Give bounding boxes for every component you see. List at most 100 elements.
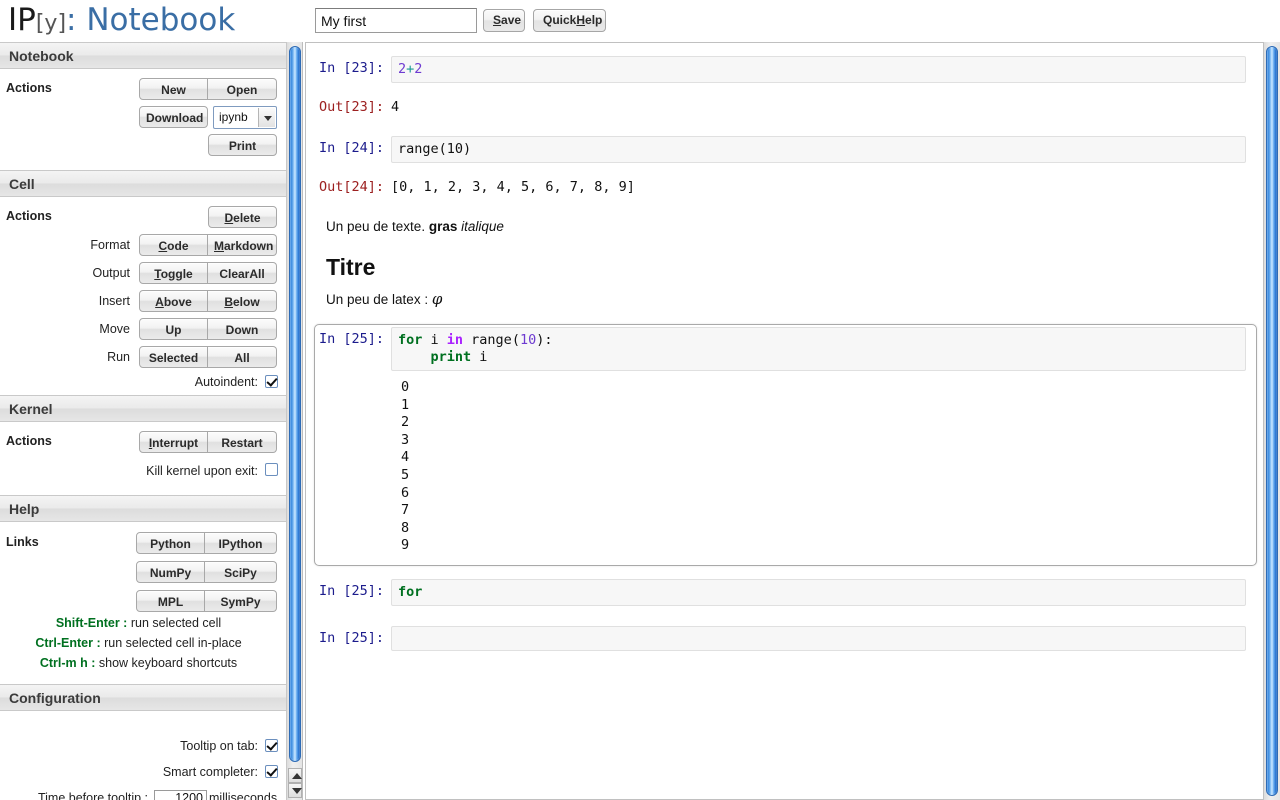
time-before-tooltip-input[interactable]: 1200: [154, 790, 207, 800]
help-links-label: Links: [6, 535, 39, 549]
quickhelp-accel-letter: H: [576, 13, 586, 27]
sidebar-section-body-notebook: Actions New Open Download ipynb Print: [0, 69, 286, 170]
quickhelp-button[interactable]: QuickHelp: [533, 9, 606, 32]
run-all-button[interactable]: All: [208, 346, 277, 368]
notebook-title-input[interactable]: [315, 8, 477, 33]
cell-output-value: [0, 1, 2, 3, 4, 5, 6, 7, 8, 9]: [391, 179, 635, 195]
shortcut-row-1: Ctrl-Enter : run selected cell in-place: [0, 636, 277, 650]
sidebar-panel: Notebook Actions New Open Download ipynb…: [0, 42, 287, 800]
sidebar-section-header-help[interactable]: Help: [0, 495, 286, 522]
save-rest-label: ave: [501, 13, 522, 27]
logo-notebook-text: : Notebook: [66, 2, 236, 38]
markdown-italic-text: italique: [461, 219, 504, 234]
sidebar-section-header-kernel[interactable]: Kernel: [0, 395, 286, 422]
markdown-accel-letter: M: [214, 239, 224, 253]
notebook-panel: In [23]: 2+2 Out[23]: 4 In [24]: range(10) …: [305, 42, 1264, 800]
notebook-actions-label: Actions: [6, 81, 52, 95]
cell-code-input[interactable]: 2+2: [391, 56, 1246, 83]
delete-cell-button[interactable]: Delete: [208, 206, 277, 228]
kernel-actions-label: Actions: [6, 434, 52, 448]
link-ipython-button[interactable]: IPython: [205, 532, 277, 554]
interrupt-kernel-button[interactable]: Interrupt: [139, 431, 208, 453]
cell-prompt-in: In [25]:: [319, 582, 385, 599]
markdown-rest-label: arkdown: [224, 239, 274, 253]
toggle-output-button[interactable]: Toggle: [139, 262, 208, 284]
sidebar-section-body-kernel: Actions Interrupt Restart Kill kernel up…: [0, 422, 286, 495]
sidebar-scrollbar[interactable]: [287, 42, 303, 800]
markdown-latex-lead: Un peu de latex :: [326, 292, 432, 307]
delete-accel-letter: D: [224, 211, 234, 225]
link-python-button[interactable]: Python: [136, 532, 205, 554]
smart-completer-checkbox[interactable]: [265, 765, 278, 778]
restart-kernel-button[interactable]: Restart: [208, 431, 277, 453]
notebook-cell-markdown-latex[interactable]: Un peu de latex : φ: [314, 285, 1257, 314]
save-button[interactable]: Save: [483, 9, 525, 32]
insert-above-button[interactable]: Above: [139, 290, 208, 312]
move-up-button[interactable]: Up: [139, 318, 208, 340]
move-down-button[interactable]: Down: [208, 318, 277, 340]
cell-code-input[interactable]: for: [391, 578, 1246, 606]
cell-gap: [306, 119, 1263, 133]
download-format-select[interactable]: ipynb: [213, 106, 277, 129]
latex-phi-symbol: φ: [431, 290, 443, 308]
notebook-cell-code[interactable]: In [24]: range(10): [314, 133, 1257, 166]
cell-code-input[interactable]: for i in range(10): print i: [391, 327, 1246, 371]
sidebar-section-header-notebook[interactable]: Notebook: [0, 42, 286, 69]
shortcut-row-0: Shift-Enter : run selected cell: [0, 616, 277, 630]
link-mpl-button[interactable]: MPL: [136, 590, 205, 612]
clearall-output-button[interactable]: ClearAll: [208, 262, 277, 284]
link-numpy-button[interactable]: NumPy: [136, 561, 205, 583]
cell-move-label: Move: [99, 322, 130, 336]
notebook-cell-code-selected[interactable]: In [25]: for i in range(10): print i 0 1 …: [314, 324, 1257, 566]
run-selected-button[interactable]: Selected: [139, 346, 208, 368]
delete-rest-label: elete: [233, 211, 261, 225]
code-rest-label: ode: [167, 239, 189, 253]
notebook-cell-output: Out[23]: 4: [314, 92, 1257, 119]
notebook-cell-code[interactable]: In [25]:: [314, 623, 1257, 654]
link-scipy-button[interactable]: SciPy: [205, 561, 277, 583]
cell-run-label: Run: [107, 350, 130, 364]
time-unit-label: milliseconds: [209, 791, 278, 800]
cell-format-markdown-button[interactable]: Markdown: [208, 234, 277, 256]
insert-below-button[interactable]: Below: [208, 290, 277, 312]
sidebar-scrollbar-thumb[interactable]: [289, 46, 301, 762]
cell-gap: [306, 609, 1263, 623]
time-before-tooltip-label: Time before tooltip :: [37, 791, 148, 800]
download-notebook-button[interactable]: Download: [139, 106, 208, 128]
sidebar-scroll-up-arrow-icon[interactable]: [288, 768, 302, 783]
sidebar-section-header-cell[interactable]: Cell: [0, 170, 286, 197]
shortcut-keys-1: Ctrl-Enter :: [35, 636, 101, 650]
cell-format-label: Format: [90, 238, 130, 252]
token-keyword-for: for: [398, 583, 423, 600]
above-rest-label: bove: [163, 295, 192, 309]
notebook-cell-code[interactable]: In [23]: 2+2: [314, 53, 1257, 86]
kill-kernel-label: Kill kernel upon exit:: [146, 464, 258, 478]
save-accel-letter: S: [493, 13, 502, 27]
autoindent-checkbox[interactable]: [265, 375, 278, 388]
print-notebook-button[interactable]: Print: [208, 134, 277, 156]
cell-format-code-button[interactable]: Code: [139, 234, 208, 256]
below-accel-letter: B: [224, 295, 233, 309]
notebook-cell-markdown-heading[interactable]: Titre: [314, 241, 1257, 285]
shortcut-desc-0: run selected cell: [130, 616, 222, 630]
interrupt-rest-label: nterrupt: [152, 436, 199, 450]
cell-prompt-out: Out[24]:: [319, 179, 385, 195]
cell-code-input[interactable]: range(10): [391, 136, 1246, 163]
cell-code-input[interactable]: [391, 625, 1246, 651]
new-notebook-button[interactable]: New: [139, 78, 208, 100]
autoindent-label: Autoindent:: [194, 375, 258, 389]
kill-kernel-checkbox[interactable]: [265, 463, 278, 476]
notebook-scrollbar-thumb[interactable]: [1266, 46, 1278, 796]
sidebar-scroll-down-arrow-icon[interactable]: [288, 783, 302, 798]
notebook-cell-markdown[interactable]: Un peu de texte. gras italique: [314, 213, 1257, 241]
link-sympy-button[interactable]: SymPy: [205, 590, 277, 612]
token-number: 2: [414, 61, 423, 77]
notebook-cell-code[interactable]: In [25]: for: [314, 576, 1257, 609]
cell-actions-label: Actions: [6, 209, 52, 223]
notebook-scrollbar[interactable]: [1264, 42, 1280, 800]
open-notebook-button[interactable]: Open: [208, 78, 277, 100]
tooltip-on-tab-checkbox[interactable]: [265, 739, 278, 752]
smart-completer-label: Smart completer:: [162, 765, 258, 779]
token-keyword-in: in: [446, 332, 464, 348]
sidebar-section-header-configuration[interactable]: Configuration: [0, 684, 286, 711]
